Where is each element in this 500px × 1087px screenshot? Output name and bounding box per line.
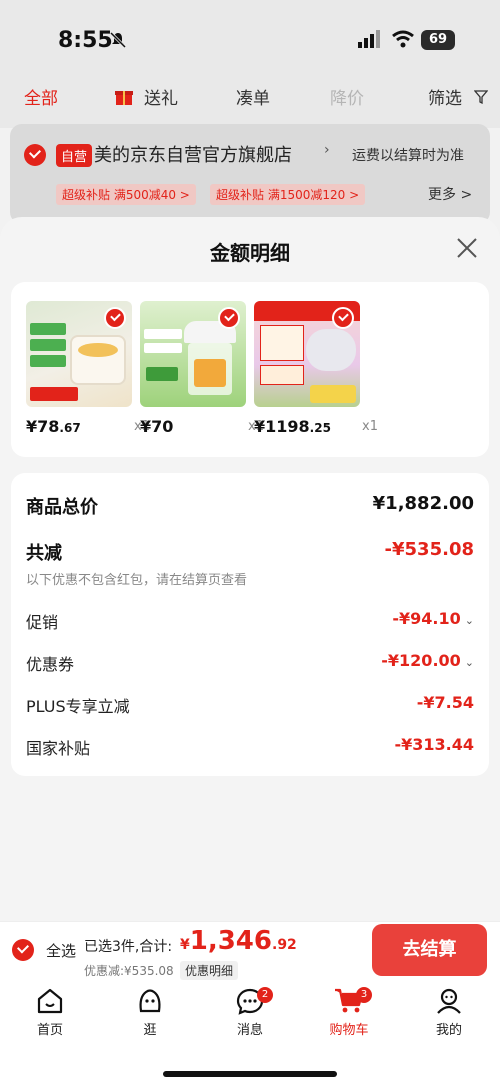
selected-count: 已选3件,合计: xyxy=(84,939,173,955)
nav-browse-label: 逛 xyxy=(143,1023,157,1038)
bell-muted-icon xyxy=(110,32,126,48)
tab-bundle[interactable]: 凑单 xyxy=(236,84,270,109)
tab-all[interactable]: 全部 xyxy=(24,84,58,109)
self-operated-badge: 自营 xyxy=(56,144,93,167)
product-price: ¥1198.25 xyxy=(254,417,331,436)
filter-tabs: 全部 送礼 凑单 降价 筛选 xyxy=(0,78,500,128)
battery-indicator: 69 xyxy=(421,30,455,50)
nav-cart-label: 购物车 xyxy=(329,1023,369,1038)
select-all-label[interactable]: 全选 xyxy=(46,940,76,961)
coupon-chip[interactable]: 超级补贴 满1500减120 > xyxy=(210,184,366,205)
reduce-label: 共减 xyxy=(26,543,62,564)
nav-me-label: 我的 xyxy=(435,1023,462,1038)
reduce-value: -¥535.08 xyxy=(384,539,474,560)
product-image xyxy=(140,301,246,407)
product-price: ¥78.67 xyxy=(26,417,81,436)
product-image xyxy=(26,301,132,407)
chevron-down-icon: ⌄ xyxy=(464,614,474,627)
subsidy-value: -¥313.44 xyxy=(394,735,474,754)
wifi-icon xyxy=(392,30,414,48)
gift-icon xyxy=(114,86,134,110)
shipping-note: 运费以结算时为准 xyxy=(352,148,464,164)
product-quantity: x1 xyxy=(362,419,378,434)
subsidy-label: 国家补贴 xyxy=(26,739,91,758)
shop-card: 自营 美的京东自营官方旗舰店 › 运费以结算时为准 超级补贴 满500减40 >… xyxy=(10,124,490,224)
promo-label: 促销 xyxy=(26,613,59,632)
product-item[interactable]: ¥1198.25 x1 xyxy=(254,301,378,436)
select-all-checkbox[interactable] xyxy=(12,939,34,961)
product-price: ¥70 xyxy=(140,417,174,436)
coupon-label: 优惠券 xyxy=(26,655,75,674)
discount-detail-button[interactable]: 优惠明细 xyxy=(180,961,239,980)
plus-value: -¥7.54 xyxy=(416,693,474,712)
nav-browse[interactable]: 逛 xyxy=(115,987,185,1038)
product-check-icon xyxy=(104,307,126,329)
discount-note: 以下优惠不包含红包，请在结算页查看 xyxy=(26,573,248,588)
cart-badge: 3 xyxy=(356,987,372,1003)
shop-name[interactable]: 美的京东自营官方旗舰店 xyxy=(94,141,292,167)
tab-filter[interactable]: 筛选 xyxy=(428,84,462,109)
browse-face-icon xyxy=(139,989,161,1013)
total-value: ¥1,882.00 xyxy=(372,493,474,514)
messages-badge: 2 xyxy=(257,987,273,1003)
total-label: 商品总价 xyxy=(26,497,98,518)
sheet-title: 金额明细 xyxy=(210,241,290,265)
home-indicator xyxy=(163,1071,337,1077)
product-check-icon xyxy=(218,307,240,329)
chevron-down-icon: ⌄ xyxy=(464,656,474,669)
filter-icon xyxy=(474,90,488,104)
user-icon xyxy=(437,988,461,1014)
product-item[interactable]: ¥78.67 x1 xyxy=(26,301,150,436)
status-bar: 8:55 69 xyxy=(0,0,500,78)
chevron-right-icon: › xyxy=(324,142,330,158)
shop-select-checkbox[interactable] xyxy=(24,144,46,166)
amount-breakdown: 商品总价 ¥1,882.00 共减 -¥535.08 以下优惠不包含红包，请在结… xyxy=(11,473,489,776)
coupon-chip[interactable]: 超级补贴 满500减40 > xyxy=(56,184,196,205)
nav-cart[interactable]: 3 购物车 xyxy=(314,987,384,1038)
more-coupons-link[interactable]: 更多 > xyxy=(428,184,472,204)
nav-home-label: 首页 xyxy=(36,1023,63,1038)
promo-value: -¥94.10 ⌄ xyxy=(392,609,474,628)
tab-gift[interactable]: 送礼 xyxy=(144,84,178,109)
plus-label: PLUS专享立减 xyxy=(26,697,130,716)
product-check-icon xyxy=(332,307,354,329)
coupon-value: -¥120.00 ⌄ xyxy=(381,651,474,670)
home-icon xyxy=(37,988,63,1014)
tab-price-drop[interactable]: 降价 xyxy=(330,84,364,109)
total-price: ¥1,346.92 xyxy=(180,926,297,956)
amount-detail-sheet: 金额明细 ¥78.67 x1 ¥70 x1 ¥1198.25 x1 商品总价 ¥… xyxy=(0,217,500,921)
product-list: ¥78.67 x1 ¥70 x1 ¥1198.25 x1 xyxy=(11,282,489,457)
product-item[interactable]: ¥70 x1 xyxy=(140,301,264,436)
checkout-button[interactable]: 去结算 xyxy=(372,924,487,976)
close-icon[interactable] xyxy=(456,237,478,259)
nav-me[interactable]: 我的 xyxy=(414,987,484,1038)
nav-messages-label: 消息 xyxy=(236,1023,263,1038)
product-image xyxy=(254,301,360,407)
checkout-bar: 全选 已选3件,合计: ¥1,346.92 优惠减:¥535.08 优惠明细 去… xyxy=(0,921,500,981)
discount-summary: 优惠减:¥535.08 xyxy=(84,964,174,978)
nav-home[interactable]: 首页 xyxy=(15,987,85,1038)
nav-messages[interactable]: 2 消息 xyxy=(215,987,285,1038)
status-time: 8:55 xyxy=(58,28,113,53)
signal-icon xyxy=(358,30,380,48)
